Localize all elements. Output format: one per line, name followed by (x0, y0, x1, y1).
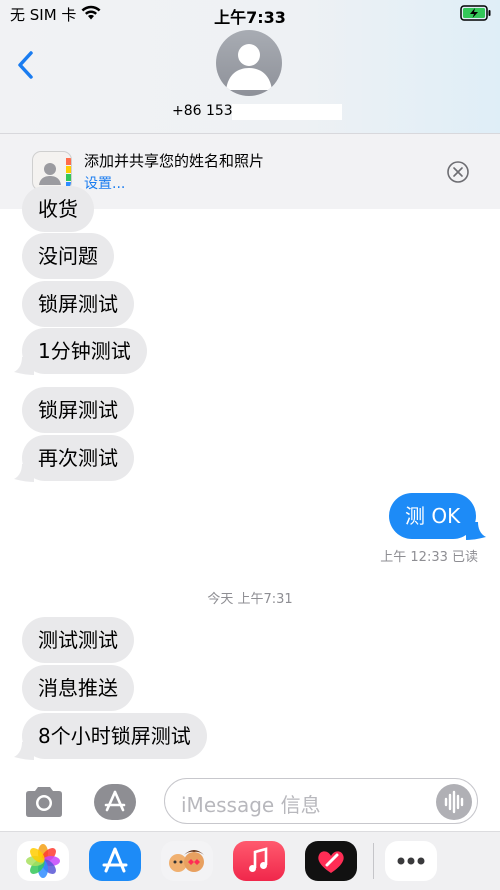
conversation-timestamp: 今天 上午7:31 (207, 592, 293, 607)
close-icon[interactable] (446, 160, 470, 184)
contacts-app-icon (32, 151, 72, 191)
message-bubble-outgoing[interactable]: 测 OK (389, 493, 477, 539)
camera-icon[interactable] (22, 784, 66, 820)
contact-phone-number[interactable]: +86 153 (172, 103, 233, 119)
message-input-placeholder: iMessage 信息 (181, 793, 321, 817)
message-bubble-incoming[interactable]: 测试测试 (22, 617, 134, 663)
audio-message-button[interactable] (436, 784, 472, 820)
app-store-icon (104, 790, 126, 812)
message-bubble-incoming[interactable]: 锁屏测试 (22, 387, 134, 433)
back-chevron-icon[interactable] (16, 50, 36, 80)
read-receipt: 上午 12:33 已读 (380, 550, 478, 565)
redacted-number-mask (232, 104, 342, 120)
contact-avatar[interactable] (216, 30, 282, 96)
message-bubble-incoming[interactable]: 再次测试 (22, 435, 134, 481)
more-apps-icon[interactable] (385, 841, 437, 881)
app-store-button[interactable] (94, 784, 136, 820)
message-bubble-incoming[interactable]: 1分钟测试 (22, 328, 147, 374)
banner-title: 添加并共享您的姓名和照片 (84, 152, 265, 170)
message-bubble-incoming[interactable]: 收货 (22, 186, 94, 232)
app-store-app-icon[interactable] (89, 841, 141, 881)
app-drawer (0, 831, 500, 890)
photos-app-icon[interactable] (17, 841, 69, 881)
message-bubble-incoming[interactable]: 锁屏测试 (22, 281, 134, 327)
drawer-divider (373, 843, 374, 879)
message-bubble-incoming[interactable]: 没问题 (22, 233, 114, 279)
conversation-header: 无 SIM 卡 上午7:33 +86 153 (0, 0, 500, 133)
status-time: 上午7:33 (214, 8, 286, 27)
music-app-icon[interactable] (233, 841, 285, 881)
memoji-app-icon[interactable] (161, 841, 213, 881)
message-bubble-incoming[interactable]: 8个小时锁屏测试 (22, 713, 207, 759)
digital-touch-app-icon[interactable] (305, 841, 357, 881)
battery-charging-icon (460, 5, 491, 21)
settings-link[interactable]: 设置... (84, 173, 125, 193)
person-silhouette-icon (226, 44, 272, 90)
waveform-icon (444, 790, 464, 814)
message-bubble-incoming[interactable]: 消息推送 (22, 665, 134, 711)
